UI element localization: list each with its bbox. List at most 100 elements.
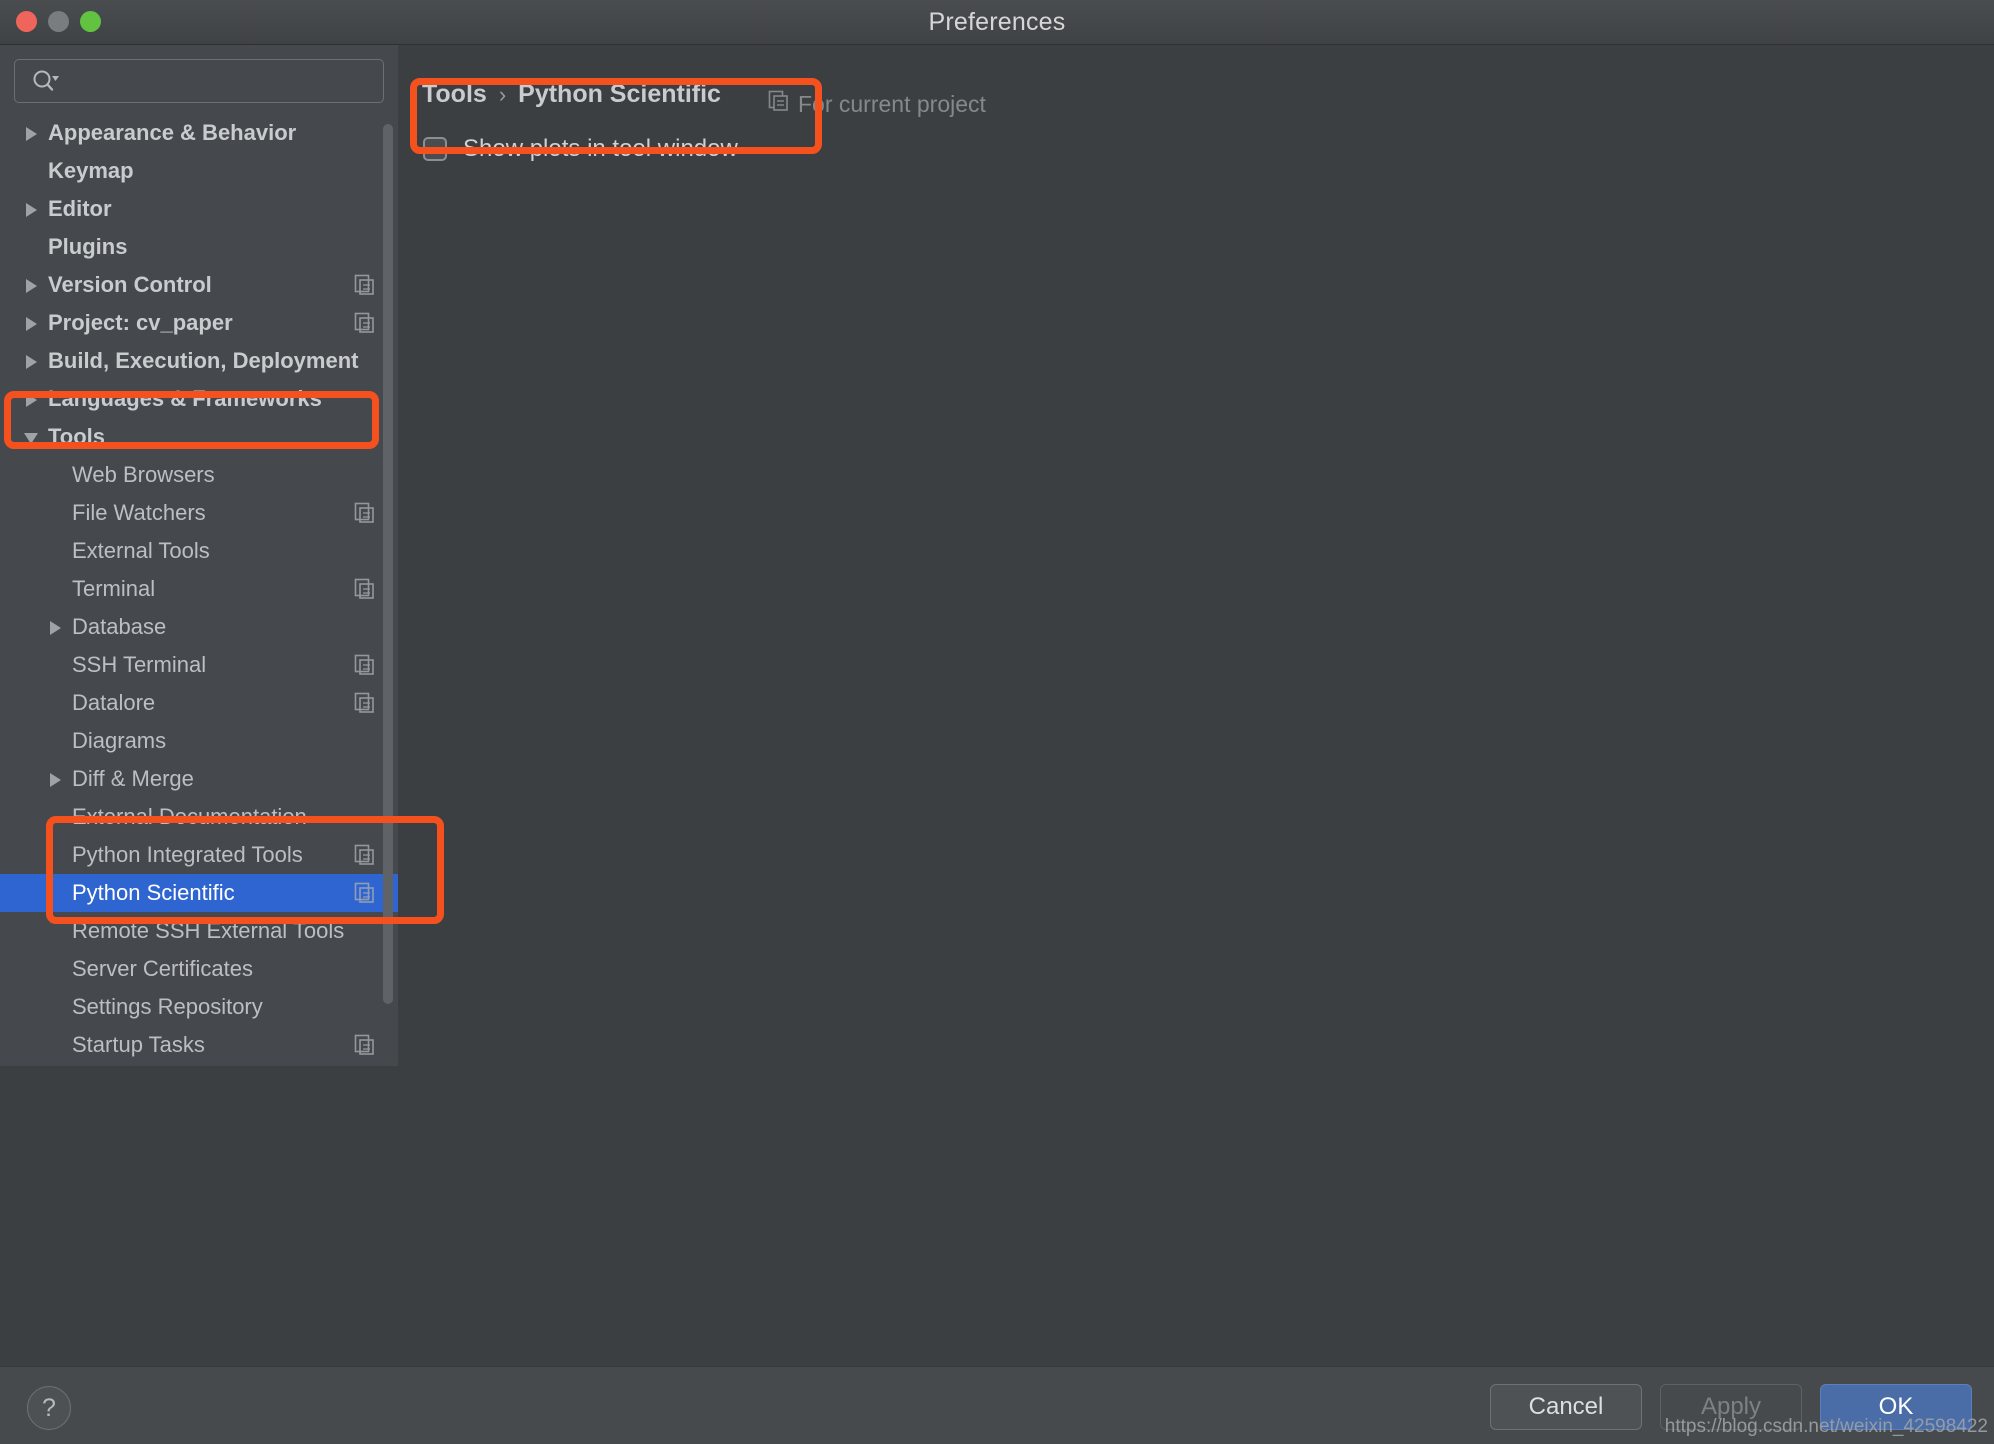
sidebar-item-version-control[interactable]: Version Control	[0, 266, 398, 304]
arrow-spacer	[46, 693, 66, 713]
show-plots-label: Show plots in tool window	[463, 135, 738, 163]
close-button[interactable]	[16, 11, 37, 32]
arrow-spacer	[46, 921, 66, 941]
sidebar-item-terminal[interactable]: Terminal	[0, 570, 398, 608]
settings-tree[interactable]: Appearance & Behavior Keymap Editor Plugins…	[0, 114, 398, 1066]
breadcrumb-parent[interactable]: Tools	[422, 80, 487, 109]
copy-settings-icon	[768, 90, 790, 118]
copy-settings-icon	[354, 312, 376, 334]
window-title: Preferences	[929, 8, 1066, 37]
sidebar-item-label: Tools	[48, 424, 376, 450]
breadcrumb-separator-icon: ›	[499, 82, 506, 108]
sidebar-item-database[interactable]: Database	[0, 608, 398, 646]
sidebar-item-label: Diagrams	[72, 728, 376, 754]
chevron-right-icon[interactable]	[22, 275, 42, 295]
sidebar-item-ssh-terminal[interactable]: SSH Terminal	[0, 646, 398, 684]
sidebar-item-editor[interactable]: Editor	[0, 190, 398, 228]
chevron-right-icon[interactable]	[46, 617, 66, 637]
sidebar-item-label: Editor	[48, 196, 376, 222]
sidebar-item-label: Languages & Frameworks	[48, 386, 376, 412]
chevron-right-icon[interactable]	[22, 389, 42, 409]
chevron-right-icon[interactable]	[22, 351, 42, 371]
copy-settings-icon	[354, 882, 376, 904]
sidebar-item-label: SSH Terminal	[72, 652, 354, 678]
sidebar-item-label: Terminal	[72, 576, 354, 602]
search-input[interactable]	[61, 70, 383, 92]
sidebar-item-project-cv-paper[interactable]: Project: cv_paper	[0, 304, 398, 342]
sidebar-item-languages-frameworks[interactable]: Languages & Frameworks	[0, 380, 398, 418]
sidebar-item-label: Python Integrated Tools	[72, 842, 354, 868]
sidebar-item-python-scientific[interactable]: Python Scientific	[0, 874, 398, 912]
sidebar-item-settings-repository[interactable]: Settings Repository	[0, 988, 398, 1026]
arrow-spacer	[46, 883, 66, 903]
chevron-right-icon[interactable]	[22, 313, 42, 333]
arrow-spacer	[22, 161, 42, 181]
sidebar-item-label: Appearance & Behavior	[48, 120, 376, 146]
sidebar-item-tools[interactable]: Tools	[0, 418, 398, 456]
help-button[interactable]: ?	[27, 1386, 71, 1430]
breadcrumb-current: Python Scientific	[518, 80, 721, 109]
sidebar-item-label: Settings Repository	[72, 994, 376, 1020]
sidebar-item-startup-tasks[interactable]: Startup Tasks	[0, 1026, 398, 1064]
sidebar-item-diagrams[interactable]: Diagrams	[0, 722, 398, 760]
copy-settings-icon	[354, 502, 376, 524]
sidebar-item-label: Version Control	[48, 272, 354, 298]
arrow-spacer	[46, 503, 66, 523]
cancel-button[interactable]: Cancel	[1490, 1384, 1642, 1430]
show-plots-row[interactable]: Show plots in tool window	[423, 135, 738, 163]
sidebar-item-build-execution-deployment[interactable]: Build, Execution, Deployment	[0, 342, 398, 380]
sidebar-item-label: File Watchers	[72, 500, 354, 526]
sidebar-scrollbar-thumb[interactable]	[383, 124, 393, 1004]
sidebar-item-server-certificates[interactable]: Server Certificates	[0, 950, 398, 988]
sidebar-item-label: Project: cv_paper	[48, 310, 354, 336]
arrow-spacer	[46, 731, 66, 751]
search-area	[0, 45, 398, 103]
sidebar-item-label: Datalore	[72, 690, 354, 716]
sidebar-item-label: External Tools	[72, 538, 376, 564]
chevron-right-icon[interactable]	[22, 199, 42, 219]
sidebar-item-web-browsers[interactable]: Web Browsers	[0, 456, 398, 494]
preferences-dialog: Preferences Appearance & Behavior Keymap E…	[0, 0, 1994, 1444]
arrow-spacer	[46, 845, 66, 865]
sidebar-item-file-watchers[interactable]: File Watchers	[0, 494, 398, 532]
sidebar-item-plugins[interactable]: Plugins	[0, 228, 398, 266]
breadcrumb: Tools › Python Scientific	[422, 80, 721, 109]
sidebar-item-label: Python Scientific	[72, 880, 354, 906]
sidebar-item-keymap[interactable]: Keymap	[0, 152, 398, 190]
sidebar-item-external-documentation[interactable]: External Documentation	[0, 798, 398, 836]
sidebar-item-label: Remote SSH External Tools	[72, 918, 376, 944]
sidebar-item-label: Startup Tasks	[72, 1032, 354, 1058]
arrow-spacer	[46, 959, 66, 979]
sidebar-item-python-integrated-tools[interactable]: Python Integrated Tools	[0, 836, 398, 874]
settings-main-panel: Tools › Python Scientific For current pr…	[398, 45, 1994, 1066]
sidebar-item-tasks[interactable]: Tasks	[0, 1064, 398, 1066]
window-titlebar: Preferences	[0, 0, 1994, 45]
sidebar-scrollbar[interactable]	[383, 120, 393, 1044]
chevron-right-icon[interactable]	[46, 769, 66, 789]
copy-settings-icon	[354, 1034, 376, 1056]
for-current-project: For current project	[768, 90, 986, 118]
sidebar-item-label: External Documentation	[72, 804, 376, 830]
sidebar-item-label: Build, Execution, Deployment	[48, 348, 376, 374]
minimize-button[interactable]	[48, 11, 69, 32]
sidebar-item-label: Database	[72, 614, 376, 640]
sidebar-item-diff-merge[interactable]: Diff & Merge	[0, 760, 398, 798]
sidebar-item-remote-ssh-external-tools[interactable]: Remote SSH External Tools	[0, 912, 398, 950]
chevron-down-icon[interactable]	[22, 427, 42, 447]
search-icon	[31, 68, 61, 94]
sidebar-item-appearance-behavior[interactable]: Appearance & Behavior	[0, 114, 398, 152]
show-plots-checkbox[interactable]	[423, 137, 447, 161]
arrow-spacer	[46, 807, 66, 827]
sidebar-item-datalore[interactable]: Datalore	[0, 684, 398, 722]
arrow-spacer	[46, 579, 66, 599]
copy-settings-icon	[354, 844, 376, 866]
for-current-project-label: For current project	[798, 91, 986, 118]
zoom-button[interactable]	[80, 11, 101, 32]
copy-settings-icon	[354, 274, 376, 296]
arrow-spacer	[46, 541, 66, 561]
sidebar-item-label: Web Browsers	[72, 462, 376, 488]
copy-settings-icon	[354, 654, 376, 676]
chevron-right-icon[interactable]	[22, 123, 42, 143]
search-box[interactable]	[14, 59, 384, 103]
sidebar-item-external-tools[interactable]: External Tools	[0, 532, 398, 570]
